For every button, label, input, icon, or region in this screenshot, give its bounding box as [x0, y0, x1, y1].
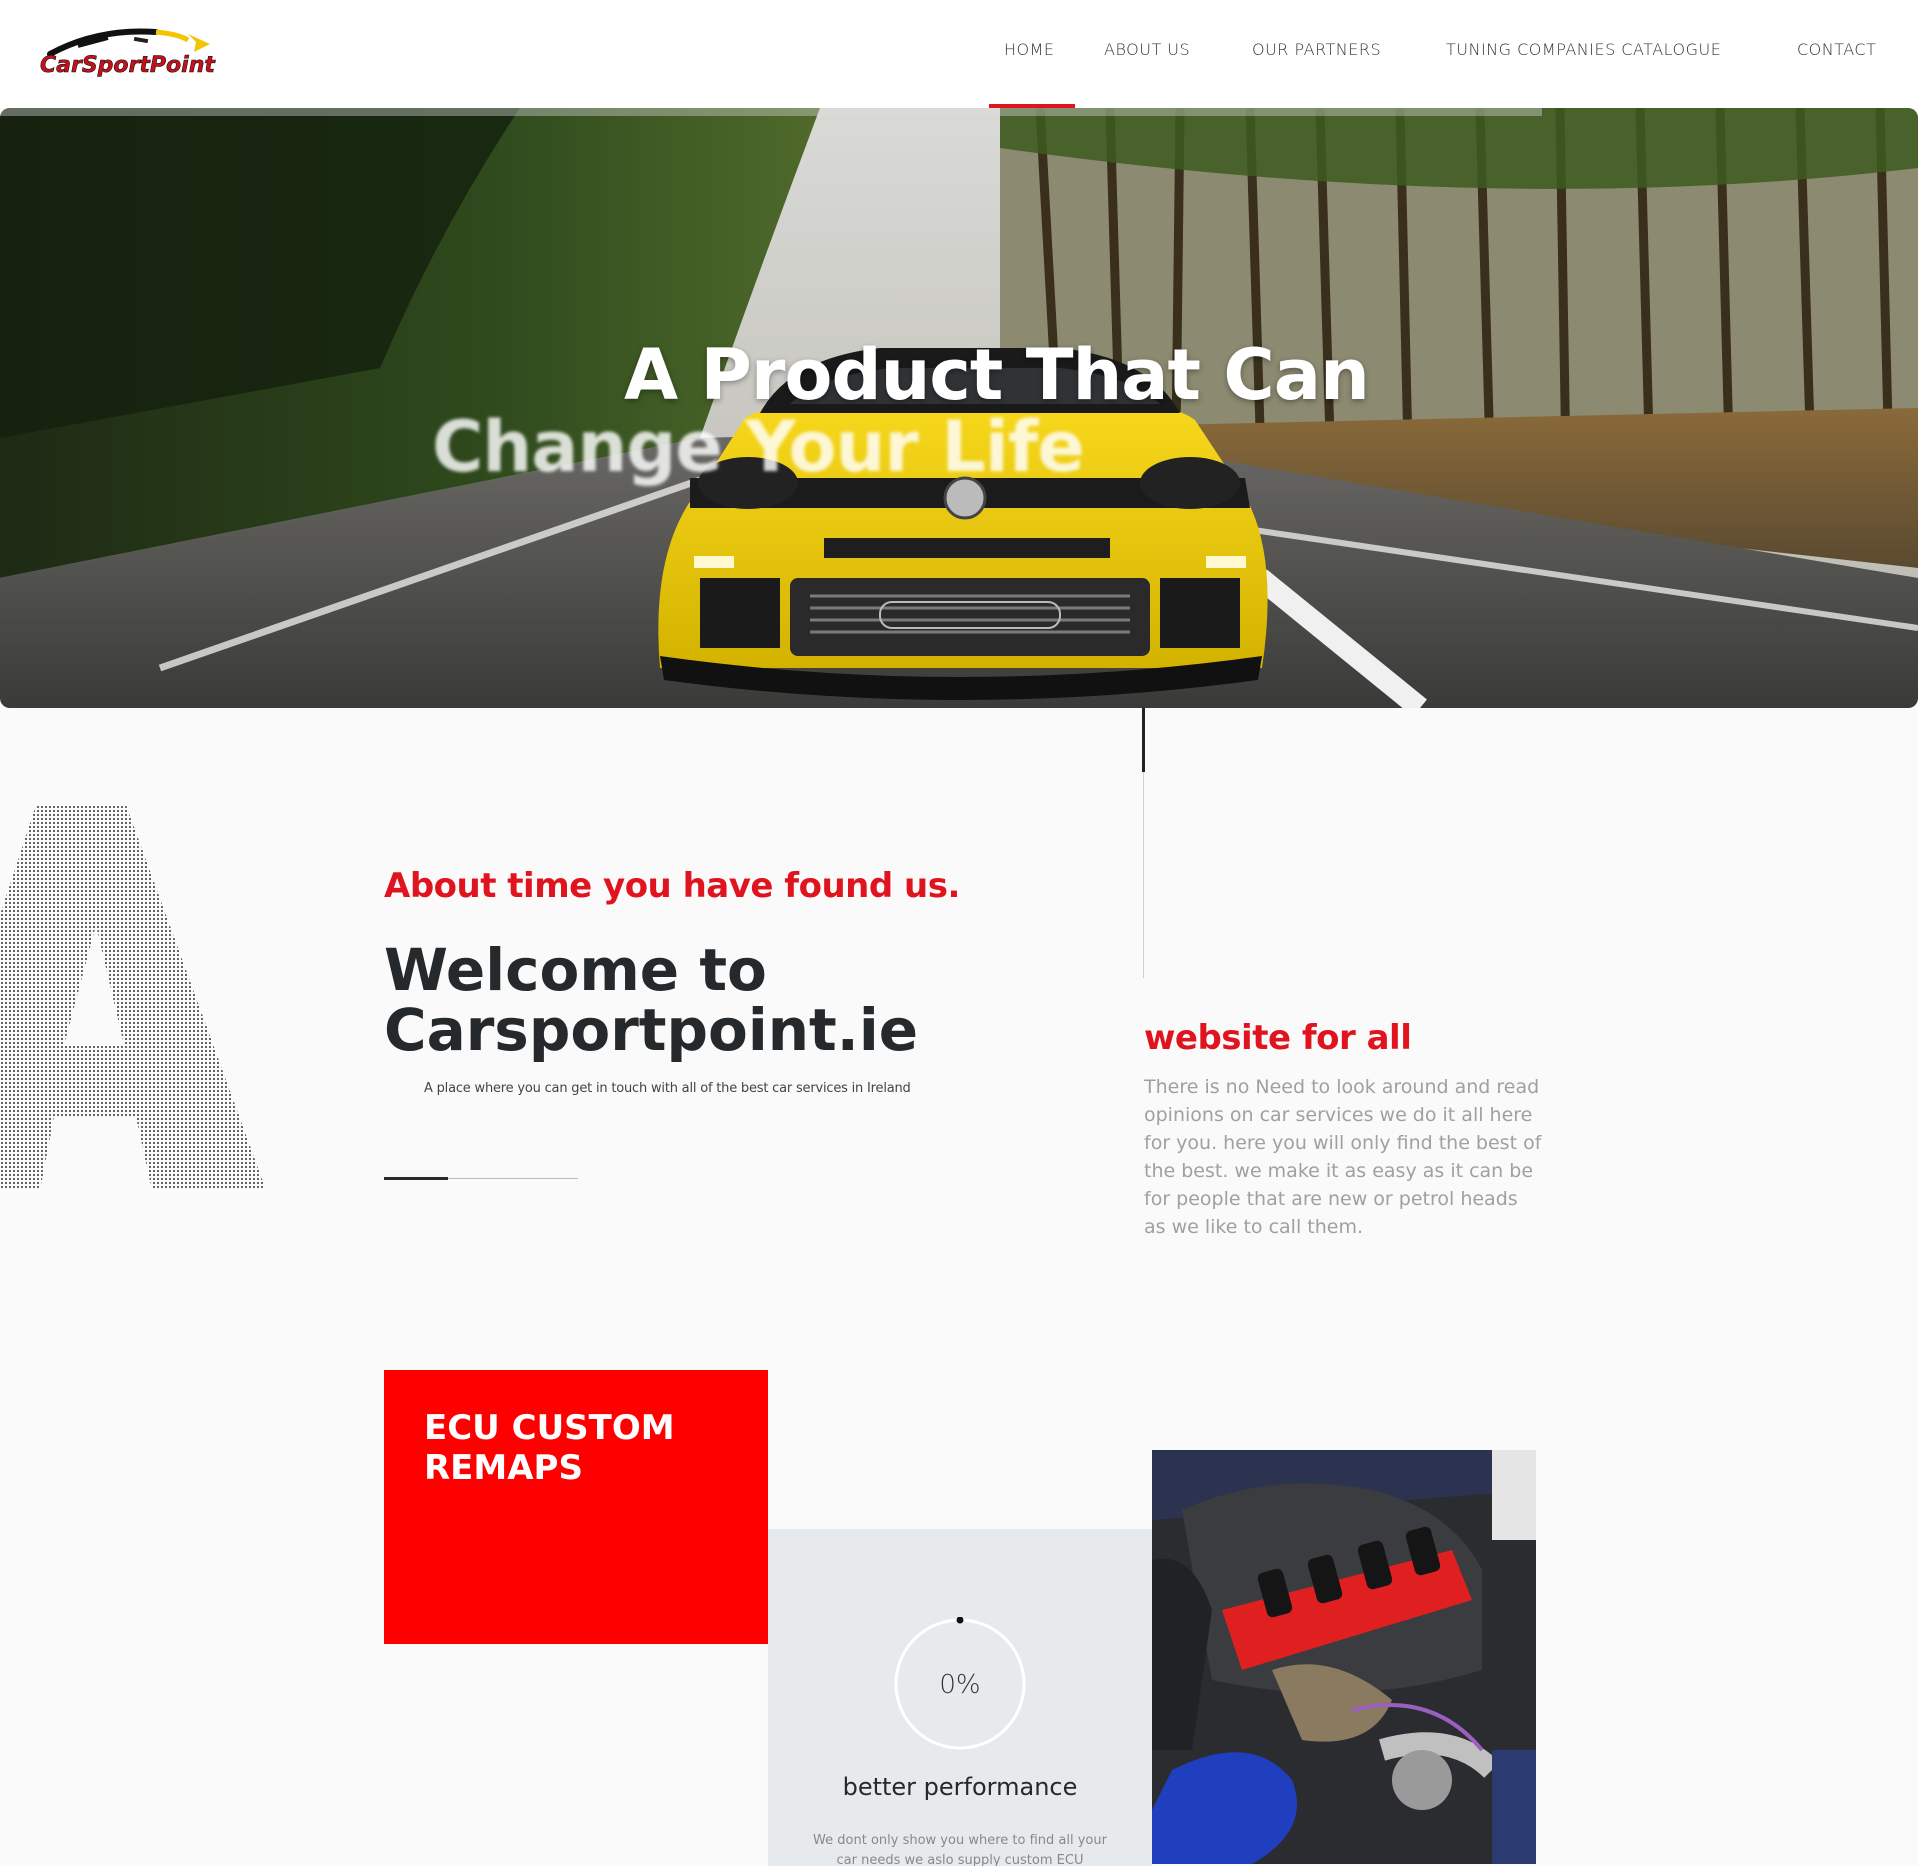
nav-tuning-catalogue[interactable]: TUNING COMPANIES CATALOGUE	[1446, 40, 1721, 59]
performance-title: better performance	[842, 1773, 1078, 1801]
carsportpoint-logo[interactable]: CarSportPoint	[38, 24, 238, 84]
site-header: CarSportPoint HOME ABOUT US OUR PARTNERS…	[0, 0, 1918, 108]
website-for-all-title: website for all	[1144, 1018, 1412, 1058]
nav-about-us[interactable]: ABOUT US	[1104, 40, 1190, 59]
dotted-a-decoration	[0, 805, 266, 1190]
nav-contact[interactable]: CONTACT	[1797, 40, 1876, 59]
hero-title-line2: Change Your Life	[432, 406, 1085, 488]
performance-text: We dont only show you where to find all …	[813, 1833, 1107, 1866]
website-for-all-text: There is no Need to look around and read…	[1144, 1076, 1542, 1238]
nav-home[interactable]: HOME	[1004, 40, 1055, 59]
performance-counter: 0%	[939, 1670, 981, 1700]
progress-circle-marker	[956, 1617, 964, 1624]
slider-progress-fill	[384, 1177, 448, 1180]
hero-title-line1: A Product That Can	[624, 334, 1370, 416]
section-divider-line	[1143, 772, 1144, 978]
section-divider-accent	[1142, 708, 1145, 772]
ecu-remaps-card[interactable]: ECU CUSTOM REMAPS	[384, 1370, 768, 1644]
about-eyebrow: About time you have found us.	[384, 866, 960, 906]
engine-bay-photo	[1152, 1450, 1536, 1864]
hero-banner: A Product That Can Change Your Life	[0, 108, 1918, 708]
welcome-description: A place where you can get in touch with …	[424, 1081, 911, 1096]
welcome-title: Welcome to Carsportpoint.ie	[384, 936, 919, 1064]
logo-text: CarSportPoint	[40, 53, 216, 78]
ecu-remaps-title: ECU CUSTOM REMAPS	[424, 1408, 675, 1488]
performance-panel: 0% better performance We dont only show …	[768, 1529, 1152, 1866]
nav-our-partners[interactable]: OUR PARTNERS	[1252, 40, 1381, 59]
